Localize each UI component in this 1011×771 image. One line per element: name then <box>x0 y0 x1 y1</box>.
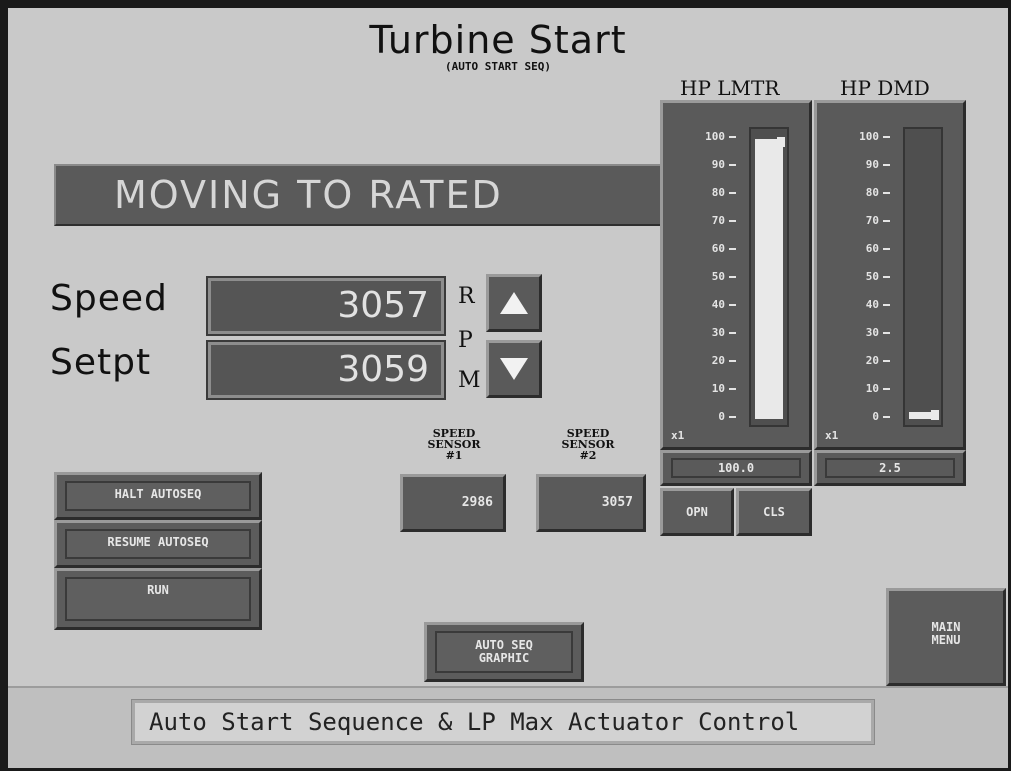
hp-dmd-readout: 2.5 <box>814 450 966 486</box>
hp-dmd-tick-label: 80 <box>865 186 879 199</box>
hmi-screen: Turbine Start (AUTO START SEQ) MOVING TO… <box>8 8 1008 768</box>
speed-sensor-2-value: 3057 <box>601 495 633 510</box>
speed-sensor-1-display: 2986 <box>400 474 506 532</box>
hp-dmd-tick-mark <box>883 332 890 334</box>
hp-lmtr-readout: 100.0 <box>660 450 812 486</box>
hp-lmtr-tick-label: 10 <box>711 382 725 395</box>
screen-subtitle: (AUTO START SEQ) <box>445 60 551 73</box>
rpm-unit-p: P <box>458 328 473 353</box>
hp-lmtr-tick-mark <box>729 304 736 306</box>
main-menu-button[interactable]: MAIN MENU <box>886 588 1006 686</box>
hp-lmtr-bar-fill <box>755 139 783 419</box>
hp-lmtr-tick-mark <box>729 332 736 334</box>
hp-lmtr-tick-label: 70 <box>711 214 725 227</box>
rpm-unit-m: M <box>458 368 481 393</box>
speed-sensor-2-display: 3057 <box>536 474 646 532</box>
screen-description: Auto Start Sequence & LP Max Actuator Co… <box>131 699 875 745</box>
sequence-status-banner: MOVING TO RATED <box>54 164 700 226</box>
triangle-down-icon <box>500 358 528 380</box>
hp-lmtr-title: HP LMTR <box>680 76 780 100</box>
hp-dmd-tick-mark <box>883 220 890 222</box>
hp-lmtr-bar-track <box>749 127 789 427</box>
speed-sensor-2-label: SPEED SENSOR #2 <box>561 427 615 462</box>
hp-dmd-tick-label: 0 <box>872 410 879 423</box>
auto-seq-graphic-label: AUTO SEQ GRAPHIC <box>475 638 533 665</box>
hp-dmd-tick-label: 30 <box>865 326 879 339</box>
hp-lmtr-multiplier: x1 <box>671 429 685 442</box>
screen-title: Turbine Start <box>369 18 627 62</box>
hp-dmd-bar-track <box>903 127 943 427</box>
hp-lmtr-tick-label: 90 <box>711 158 725 171</box>
hp-lmtr-tick-label: 60 <box>711 242 725 255</box>
hp-lmtr-tick-mark <box>729 248 736 250</box>
hp-dmd-tick-label: 100 <box>859 130 879 143</box>
speed-sensor-1-label: SPEED SENSOR #1 <box>427 427 481 462</box>
hp-lmtr-tick-mark <box>729 416 736 418</box>
hp-dmd-tick-mark <box>883 388 890 390</box>
valve-close-button[interactable]: CLS <box>736 488 812 536</box>
resume-autoseq-label: RESUME AUTOSEQ <box>107 535 209 549</box>
halt-autoseq-label: HALT AUTOSEQ <box>114 487 202 501</box>
hp-lmtr-tick-mark <box>729 276 736 278</box>
hp-dmd-tick-mark <box>883 136 890 138</box>
hp-dmd-tick-label: 20 <box>865 354 879 367</box>
hp-lmtr-tick-label: 100 <box>705 130 725 143</box>
setpoint-lower-button[interactable] <box>486 340 542 398</box>
hp-dmd-tick-mark <box>883 304 890 306</box>
hp-dmd-tick-label: 10 <box>865 382 879 395</box>
hp-lmtr-bar-gauge: x1 100 90 80 70 60 50 40 30 20 10 0 <box>660 100 812 450</box>
setpoint-label: Setpt <box>50 342 152 383</box>
hp-dmd-tick-label: 60 <box>865 242 879 255</box>
hp-lmtr-tick-mark <box>729 164 736 166</box>
triangle-up-icon <box>500 292 528 314</box>
hp-dmd-multiplier: x1 <box>825 429 839 442</box>
speed-sensor-1-value: 2986 <box>461 495 493 510</box>
hp-lmtr-tick-label: 0 <box>718 410 725 423</box>
setpoint-raise-button[interactable] <box>486 274 542 332</box>
hp-dmd-tick-label: 50 <box>865 270 879 283</box>
run-button[interactable]: RUN <box>54 568 262 630</box>
halt-autoseq-button[interactable]: HALT AUTOSEQ <box>54 472 262 520</box>
valve-open-button[interactable]: OPN <box>660 488 734 536</box>
hp-lmtr-tick-label: 50 <box>711 270 725 283</box>
setpoint-value-field: 3059 <box>206 340 446 400</box>
hp-lmtr-tick-mark <box>729 136 736 138</box>
valve-close-label: CLS <box>763 505 785 519</box>
hp-lmtr-tick-label: 30 <box>711 326 725 339</box>
hp-dmd-tick-label: 70 <box>865 214 879 227</box>
speed-label: Speed <box>50 278 168 319</box>
hp-dmd-tick-label: 90 <box>865 158 879 171</box>
hp-lmtr-tick-mark <box>729 220 736 222</box>
hp-dmd-tick-mark <box>883 276 890 278</box>
hp-dmd-tick-mark <box>883 416 890 418</box>
hp-dmd-bar-gauge: x1 100 90 80 70 60 50 40 30 20 10 0 <box>814 100 966 450</box>
hp-lmtr-tick-mark <box>729 388 736 390</box>
rpm-unit-r: R <box>458 284 475 309</box>
hp-lmtr-tick-mark <box>729 192 736 194</box>
hp-lmtr-readout-value: 100.0 <box>671 458 801 478</box>
valve-open-label: OPN <box>686 505 708 519</box>
hp-lmtr-tick-label: 20 <box>711 354 725 367</box>
hp-dmd-tick-mark <box>883 248 890 250</box>
hp-dmd-tick-label: 40 <box>865 298 879 311</box>
speed-value-field: 3057 <box>206 276 446 336</box>
auto-seq-graphic-button[interactable]: AUTO SEQ GRAPHIC <box>424 622 584 682</box>
hp-dmd-level-pointer <box>931 410 939 420</box>
hp-dmd-tick-mark <box>883 192 890 194</box>
hp-dmd-readout-value: 2.5 <box>825 458 955 478</box>
hp-lmtr-tick-label: 40 <box>711 298 725 311</box>
hp-dmd-tick-mark <box>883 360 890 362</box>
hp-dmd-title: HP DMD <box>840 76 930 100</box>
hp-lmtr-tick-label: 80 <box>711 186 725 199</box>
hp-lmtr-tick-mark <box>729 360 736 362</box>
hp-lmtr-level-pointer <box>777 137 785 147</box>
main-menu-label: MAIN MENU <box>931 620 961 647</box>
run-label: RUN <box>147 583 169 597</box>
hp-dmd-tick-mark <box>883 164 890 166</box>
resume-autoseq-button[interactable]: RESUME AUTOSEQ <box>54 520 262 568</box>
